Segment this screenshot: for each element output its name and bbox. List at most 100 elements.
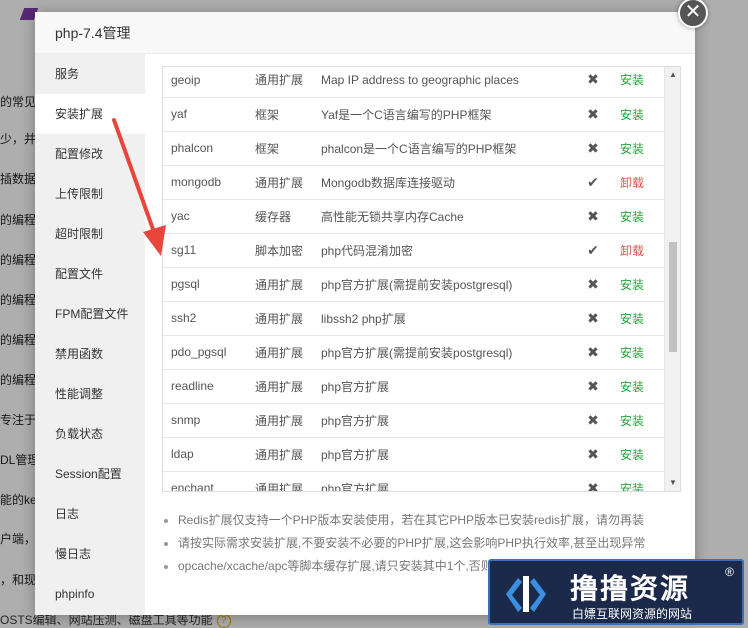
uninstall-link[interactable]: 卸载 <box>620 176 644 190</box>
not-installed-cross-icon: ✖ <box>574 131 612 166</box>
extension-row: mongodb 通用扩展 Mongodb数据库连接驱动 ✔ 卸载 <box>163 165 666 200</box>
extension-name: enchant <box>163 471 255 491</box>
sidebar-item[interactable]: 配置修改 <box>35 134 145 174</box>
extensions-table-container: geoip 通用扩展 Map IP address to geographic pl… <box>162 66 681 492</box>
sidebar-item[interactable]: 配置文件 <box>35 254 145 294</box>
watermark-subtitle: 白嫖互联网资源的网站 <box>572 607 693 621</box>
extension-row: snmp 通用扩展 php官方扩展 ✖ 安装 <box>163 403 666 438</box>
extension-type: 框架 <box>255 131 321 166</box>
extension-name: pgsql <box>163 267 255 302</box>
extension-row: pgsql 通用扩展 php官方扩展(需提前安装postgresql) ✖ 安装 <box>163 267 666 302</box>
extension-name: mongodb <box>163 165 255 200</box>
sidebar-item[interactable]: 禁用函数 <box>35 334 145 374</box>
not-installed-cross-icon: ✖ <box>574 97 612 132</box>
extension-name: ldap <box>163 437 255 472</box>
dialog-sidebar: 服务 安装扩展 配置修改 上传限制 超时限制 配置文件 FPM配置文件 禁用函数 性能调整 负载状… <box>35 54 145 615</box>
extensions-table: geoip 通用扩展 Map IP address to geographic pl… <box>163 67 666 492</box>
install-link[interactable]: 安装 <box>620 312 644 326</box>
extension-type: 框架 <box>255 97 321 132</box>
install-link[interactable]: 安装 <box>620 73 644 87</box>
install-link[interactable]: 安装 <box>620 482 644 492</box>
install-link[interactable]: 安装 <box>620 108 644 122</box>
extension-name: sg11 <box>163 233 255 268</box>
sidebar-item[interactable]: 慢日志 <box>35 534 145 574</box>
extension-type: 通用扩展 <box>255 165 321 200</box>
install-link[interactable]: 安装 <box>620 346 644 360</box>
extension-row: ssh2 通用扩展 libssh2 php扩展 ✖ 安装 <box>163 301 666 336</box>
sidebar-item[interactable]: 超时限制 <box>35 214 145 254</box>
extension-type: 通用扩展 <box>255 471 321 491</box>
extension-row: geoip 通用扩展 Map IP address to geographic pl… <box>163 67 666 98</box>
extension-name: geoip <box>163 67 255 98</box>
extension-description: Yaf是一个C语言编写的PHP框架 <box>321 97 574 132</box>
extension-description: Map IP address to geographic places <box>321 67 574 98</box>
install-link[interactable]: 安装 <box>620 414 644 428</box>
extension-row: enchant 通用扩展 php官方扩展 ✖ 安装 <box>163 471 666 492</box>
not-installed-cross-icon: ✖ <box>574 471 612 491</box>
extension-name: readline <box>163 369 255 404</box>
not-installed-cross-icon: ✖ <box>574 199 612 234</box>
extension-type: 通用扩展 <box>255 335 321 370</box>
not-installed-cross-icon: ✖ <box>574 335 612 370</box>
php-manager-dialog: php-7.4管理 服务 安装扩展 配置修改 上传限制 超时限制 配置文件 FPM配置文件禁… <box>35 12 695 615</box>
watermark-logo-icon <box>506 576 546 612</box>
extension-type: 通用扩展 <box>255 301 321 336</box>
watermark-badge: 撸撸资源 ® 白嫖互联网资源的网站 <box>488 559 744 625</box>
extension-row: readline 通用扩展 php官方扩展 ✖ 安装 <box>163 369 666 404</box>
note-item: 请按实际需求安装扩展,不要安装不必要的PHP扩展,这会影响PHP执行效率,甚至出… <box>160 532 680 555</box>
not-installed-cross-icon: ✖ <box>574 437 612 472</box>
installed-check-icon: ✔ <box>574 233 612 268</box>
extension-description: php官方扩展(需提前安装postgresql) <box>321 267 574 302</box>
watermark-registered-mark: ® <box>725 565 734 579</box>
uninstall-link[interactable]: 卸载 <box>620 244 644 258</box>
extension-name: yaf <box>163 97 255 132</box>
not-installed-cross-icon: ✖ <box>574 67 612 98</box>
sidebar-item[interactable]: 负载状态 <box>35 414 145 454</box>
sidebar-item[interactable]: 上传限制 <box>35 174 145 214</box>
extension-type: 脚本加密 <box>255 233 321 268</box>
note-item: Redis扩展仅支持一个PHP版本安装使用，若在其它PHP版本已安装redis扩… <box>160 509 680 532</box>
extension-name: ssh2 <box>163 301 255 336</box>
extension-row: pdo_pgsql 通用扩展 php官方扩展(需提前安装postgresql) ✖ 安装 <box>163 335 666 370</box>
install-link[interactable]: 安装 <box>620 210 644 224</box>
not-installed-cross-icon: ✖ <box>574 267 612 302</box>
extension-name: pdo_pgsql <box>163 335 255 370</box>
extension-type: 通用扩展 <box>255 369 321 404</box>
extension-type: 通用扩展 <box>255 437 321 472</box>
extension-row: sg11 脚本加密 php代码混淆加密 ✔ 卸载 <box>163 233 666 268</box>
extension-row: ldap 通用扩展 php官方扩展 ✖ 安装 <box>163 437 666 472</box>
sidebar-item[interactable]: 服务 <box>35 54 145 94</box>
sidebar-item[interactable]: 安装扩展 <box>35 94 145 134</box>
scroll-down-arrow-icon[interactable]: ▼ <box>665 475 680 491</box>
extension-row: yac 缓存器 高性能无锁共享内存Cache ✖ 安装 <box>163 199 666 234</box>
extension-description: php代码混淆加密 <box>321 233 574 268</box>
sidebar-item[interactable]: 日志 <box>35 494 145 534</box>
extension-type: 缓存器 <box>255 199 321 234</box>
sidebar-item[interactable]: 性能调整 <box>35 374 145 414</box>
sidebar-item[interactable]: FPM配置文件 <box>35 294 145 334</box>
extension-name: snmp <box>163 403 255 438</box>
extension-type: 通用扩展 <box>255 403 321 438</box>
extension-description: 高性能无锁共享内存Cache <box>321 199 574 234</box>
dialog-content: geoip 通用扩展 Map IP address to geographic pl… <box>145 54 695 615</box>
not-installed-cross-icon: ✖ <box>574 301 612 336</box>
sidebar-item[interactable]: phpinfo <box>35 574 145 614</box>
install-link[interactable]: 安装 <box>620 142 644 156</box>
watermark-title: 撸撸资源 <box>570 573 691 604</box>
not-installed-cross-icon: ✖ <box>574 369 612 404</box>
scroll-up-arrow-icon[interactable]: ▲ <box>665 67 680 83</box>
dialog-title: php-7.4管理 <box>35 12 695 54</box>
sidebar-item[interactable]: Session配置 <box>35 454 145 494</box>
extension-description: phalcon是一个C语言编写的PHP框架 <box>321 131 574 166</box>
extension-row: yaf 框架 Yaf是一个C语言编写的PHP框架 ✖ 安装 <box>163 97 666 132</box>
table-scrollbar[interactable]: ▲ ▼ <box>664 67 680 491</box>
scroll-thumb[interactable] <box>669 242 677 352</box>
install-link[interactable]: 安装 <box>620 448 644 462</box>
install-link[interactable]: 安装 <box>620 380 644 394</box>
extension-name: yac <box>163 199 255 234</box>
install-link[interactable]: 安装 <box>620 278 644 292</box>
extension-description: php官方扩展 <box>321 437 574 472</box>
extension-description: php官方扩展 <box>321 403 574 438</box>
extension-description: libssh2 php扩展 <box>321 301 574 336</box>
not-installed-cross-icon: ✖ <box>574 403 612 438</box>
